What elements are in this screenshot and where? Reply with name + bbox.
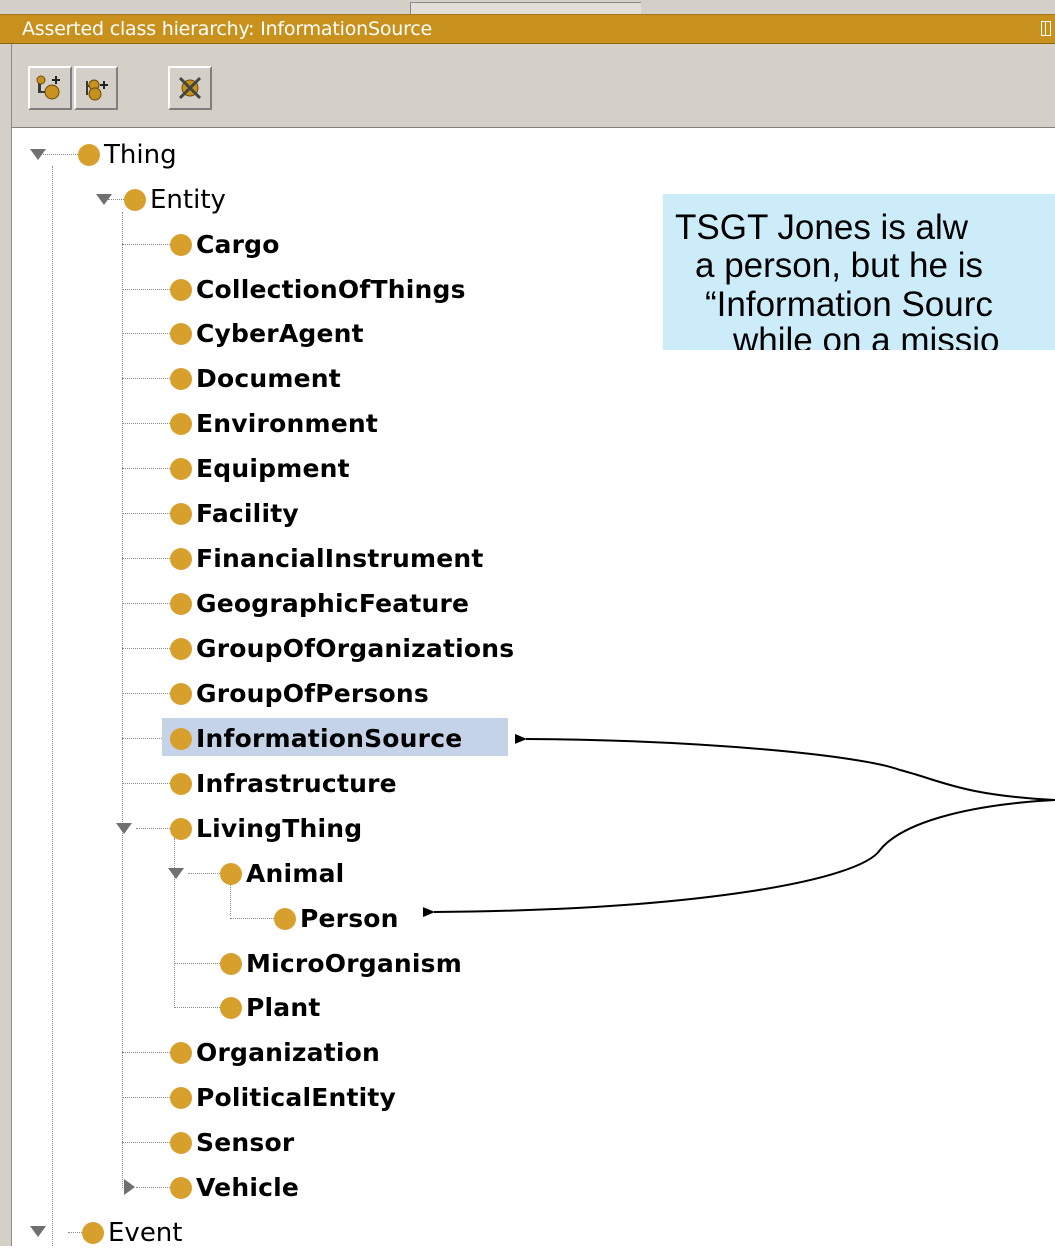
arrow-to-person xyxy=(422,799,1055,918)
annotation-arrows xyxy=(422,733,1055,918)
arrow-to-information-source xyxy=(514,733,1055,801)
